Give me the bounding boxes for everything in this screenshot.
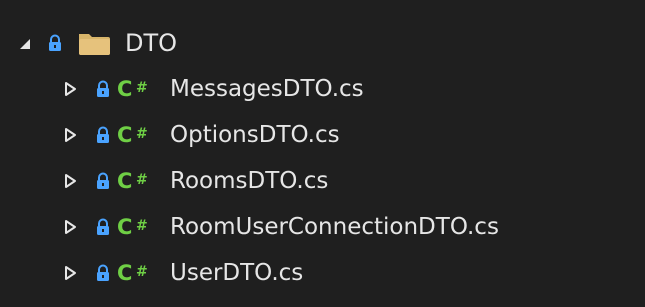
svg-text:#: #: [136, 126, 148, 142]
tree-item-file[interactable]: C # UserDTO.cs: [0, 250, 645, 296]
lock-icon: [95, 172, 111, 190]
lock-icon: [95, 218, 111, 236]
csharp-file-icon: C #: [117, 169, 157, 193]
svg-text:C: C: [117, 77, 132, 101]
svg-text:C: C: [117, 261, 132, 285]
tree-item-dto-folder[interactable]: DTO: [0, 20, 645, 66]
lock-icon: [47, 34, 63, 52]
file-label: MessagesDTO.cs: [170, 75, 364, 102]
csharp-file-icon: C #: [117, 123, 157, 147]
file-label: RoomsDTO.cs: [170, 167, 329, 194]
lock-icon: [95, 264, 111, 282]
tree-item-file[interactable]: C # MessagesDTO.cs: [0, 66, 645, 112]
svg-text:#: #: [136, 172, 148, 188]
expand-triangle-icon[interactable]: [62, 126, 78, 144]
svg-text:#: #: [136, 218, 148, 234]
svg-text:#: #: [136, 80, 148, 96]
expand-triangle-icon[interactable]: [62, 80, 78, 98]
csharp-file-icon: C #: [117, 77, 157, 101]
tree-item-file[interactable]: C # OptionsDTO.cs: [0, 112, 645, 158]
solution-explorer: DTO C # MessagesDTO.cs C # OptionsDTO.cs…: [0, 0, 645, 307]
svg-text:C: C: [117, 123, 132, 147]
expand-triangle-icon[interactable]: [62, 264, 78, 282]
csharp-file-icon: C #: [117, 261, 157, 285]
svg-text:#: #: [136, 264, 148, 280]
lock-icon: [95, 126, 111, 144]
partial-folder-row[interactable]: [0, 0, 645, 10]
file-label: RoomUserConnectionDTO.cs: [170, 213, 499, 240]
tree-item-file[interactable]: C # RoomsDTO.cs: [0, 158, 645, 204]
file-label: UserDTO.cs: [170, 259, 304, 286]
folder-icon: [77, 30, 111, 56]
svg-text:C: C: [117, 215, 132, 239]
collapse-triangle-icon[interactable]: [16, 34, 34, 52]
lock-icon: [95, 80, 111, 98]
file-label: OptionsDTO.cs: [170, 121, 340, 148]
expand-triangle-icon[interactable]: [62, 172, 78, 190]
folder-label: DTO: [125, 29, 178, 57]
expand-triangle-icon[interactable]: [62, 218, 78, 236]
tree-item-file[interactable]: C # RoomUserConnectionDTO.cs: [0, 204, 645, 250]
svg-text:C: C: [117, 169, 132, 193]
csharp-file-icon: C #: [117, 215, 157, 239]
